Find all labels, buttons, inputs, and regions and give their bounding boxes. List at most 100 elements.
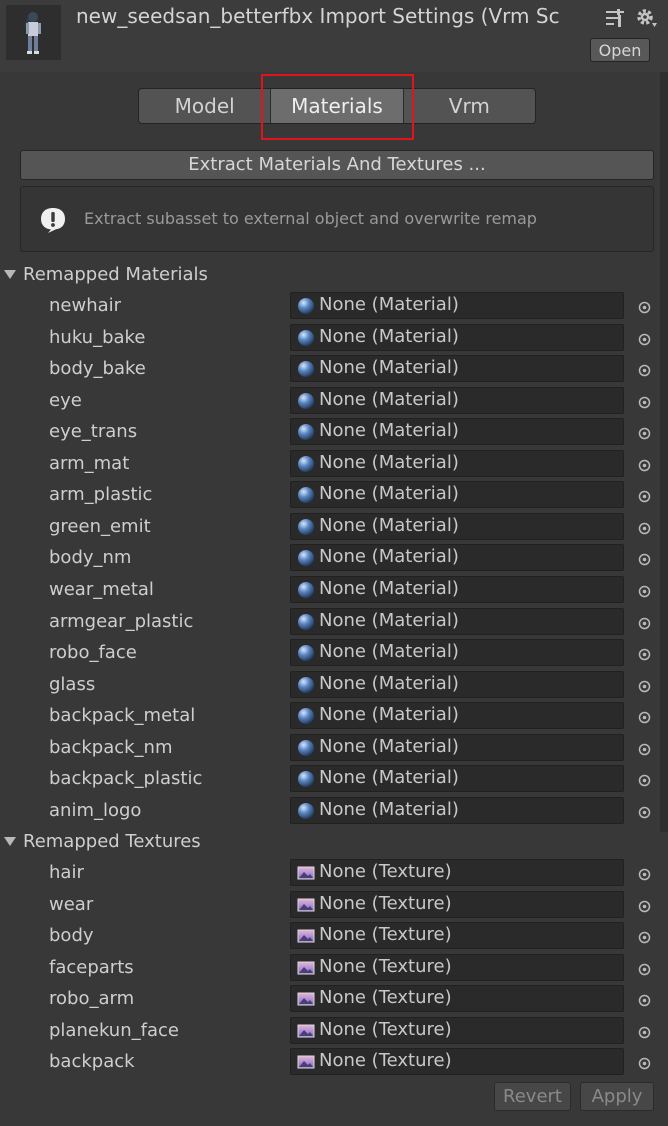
object-field-value: None (Texture): [319, 955, 452, 977]
object-field[interactable]: None (Material): [290, 386, 624, 414]
object-picker-icon[interactable]: [638, 992, 651, 1007]
object-field-value: None (Material): [319, 641, 459, 663]
object-picker-icon[interactable]: [638, 583, 651, 598]
remap-label: robo_face: [49, 642, 137, 664]
remap-label: green_emit: [49, 515, 151, 537]
object-picker-icon[interactable]: [638, 520, 651, 535]
material-sphere-icon: [297, 676, 315, 694]
object-picker-icon[interactable]: [638, 678, 651, 692]
object-field[interactable]: None (Material): [290, 481, 624, 509]
object-field[interactable]: None (Material): [290, 765, 624, 793]
object-picker-icon[interactable]: [638, 866, 651, 881]
object-field[interactable]: None (Material): [290, 796, 624, 824]
remap-label: arm_mat: [49, 452, 130, 474]
object-picker-icon[interactable]: [638, 394, 651, 408]
material-remap-row: glass None (Material): [0, 670, 668, 700]
scrollbar[interactable]: [660, 72, 668, 832]
remap-label: wear_metal: [49, 578, 154, 600]
object-field[interactable]: None (Material): [290, 733, 624, 761]
material-remap-row: green_emit None (Material): [0, 512, 668, 542]
object-field-value: None (Material): [319, 388, 459, 410]
object-field[interactable]: None (Texture): [290, 1016, 624, 1044]
object-picker-icon[interactable]: [638, 299, 651, 314]
remap-label: huku_bake: [49, 326, 146, 348]
texture-remap-row: wear None (Texture): [0, 890, 668, 920]
object-field-value: None (Texture): [319, 892, 452, 914]
object-field[interactable]: None (Material): [290, 512, 624, 540]
object-picker-icon[interactable]: [638, 457, 651, 471]
object-picker-icon[interactable]: [638, 615, 651, 629]
texture-icon: [297, 896, 315, 914]
texture-remap-row: body None (Texture): [0, 921, 668, 951]
material-remap-row: backpack_nm None (Material): [0, 733, 668, 763]
material-remap-row: wear_metal None (Material): [0, 575, 668, 605]
remap-label: robo_arm: [49, 988, 135, 1010]
object-field[interactable]: None (Material): [290, 355, 624, 383]
texture-remap-row: faceparts None (Texture): [0, 953, 668, 983]
extract-materials-button[interactable]: Extract Materials And Textures ...: [20, 150, 654, 180]
object-picker-icon[interactable]: [638, 961, 651, 975]
texture-remap-row: planekun_face None (Texture): [0, 1016, 668, 1046]
object-field[interactable]: None (Material): [290, 292, 624, 319]
object-picker-icon[interactable]: [638, 331, 651, 345]
object-picker-icon[interactable]: [638, 362, 651, 377]
object-field-value: None (Material): [319, 672, 459, 694]
object-picker-icon[interactable]: [638, 709, 651, 724]
object-field[interactable]: None (Texture): [290, 985, 624, 1013]
object-field[interactable]: None (Material): [290, 449, 624, 477]
object-picker-icon[interactable]: [638, 646, 651, 661]
object-picker-icon[interactable]: [638, 741, 651, 755]
remapped-materials-foldout[interactable]: Remapped Materials: [2, 262, 208, 286]
object-field[interactable]: None (Material): [290, 323, 624, 351]
object-field[interactable]: None (Material): [290, 639, 624, 667]
apply-button[interactable]: Apply: [580, 1082, 654, 1111]
material-sphere-icon: [297, 707, 315, 725]
foldout-arrow-icon: [4, 836, 16, 846]
object-picker-icon[interactable]: [638, 1055, 651, 1070]
object-field[interactable]: None (Texture): [290, 890, 624, 918]
remap-label: backpack: [49, 1051, 135, 1073]
revert-button[interactable]: Revert: [494, 1082, 571, 1111]
remap-label: body_bake: [49, 358, 146, 380]
object-field-value: None (Material): [319, 357, 459, 379]
open-button[interactable]: Open: [590, 38, 650, 62]
object-field[interactable]: None (Texture): [290, 922, 624, 950]
object-picker-icon[interactable]: [638, 929, 651, 944]
object-field[interactable]: None (Texture): [290, 1048, 624, 1076]
material-sphere-icon: [297, 644, 315, 662]
object-picker-icon[interactable]: [638, 898, 651, 912]
tab-model[interactable]: Model: [139, 89, 272, 123]
material-remap-row: backpack_plastic None (Material): [0, 764, 668, 794]
object-field[interactable]: None (Material): [290, 544, 624, 572]
remap-label: hair: [49, 862, 84, 883]
texture-icon: [297, 990, 315, 1008]
help-box: Extract subasset to external object and …: [20, 186, 654, 252]
gear-icon[interactable]: [634, 6, 658, 30]
object-picker-icon[interactable]: [638, 772, 651, 787]
object-picker-icon[interactable]: [638, 1024, 651, 1038]
object-field[interactable]: None (Material): [290, 702, 624, 730]
remap-label: arm_plastic: [49, 484, 153, 506]
texture-icon: [297, 1053, 315, 1071]
object-picker-icon[interactable]: [638, 804, 651, 819]
object-field[interactable]: None (Texture): [290, 859, 624, 886]
object-field[interactable]: None (Material): [290, 607, 624, 635]
material-remap-row: eye_trans None (Material): [0, 417, 668, 447]
object-picker-icon[interactable]: [638, 488, 651, 503]
object-picker-icon[interactable]: [638, 551, 651, 566]
object-picker-icon[interactable]: [638, 425, 651, 440]
remapped-textures-foldout[interactable]: Remapped Textures: [2, 829, 201, 853]
texture-icon: [297, 864, 315, 882]
material-sphere-icon: [297, 581, 315, 599]
remap-label: body: [49, 925, 94, 947]
tab-vrm[interactable]: Vrm: [403, 89, 535, 123]
object-field-value: None (Material): [319, 609, 459, 631]
preset-sliders-icon[interactable]: [603, 6, 627, 30]
object-field[interactable]: None (Material): [290, 670, 624, 698]
object-field[interactable]: None (Material): [290, 418, 624, 446]
foldout-label: Remapped Materials: [23, 263, 208, 285]
material-remap-row: eye None (Material): [0, 386, 668, 416]
object-field[interactable]: None (Material): [290, 575, 624, 603]
remap-label: glass: [49, 673, 96, 695]
object-field[interactable]: None (Texture): [290, 953, 624, 981]
